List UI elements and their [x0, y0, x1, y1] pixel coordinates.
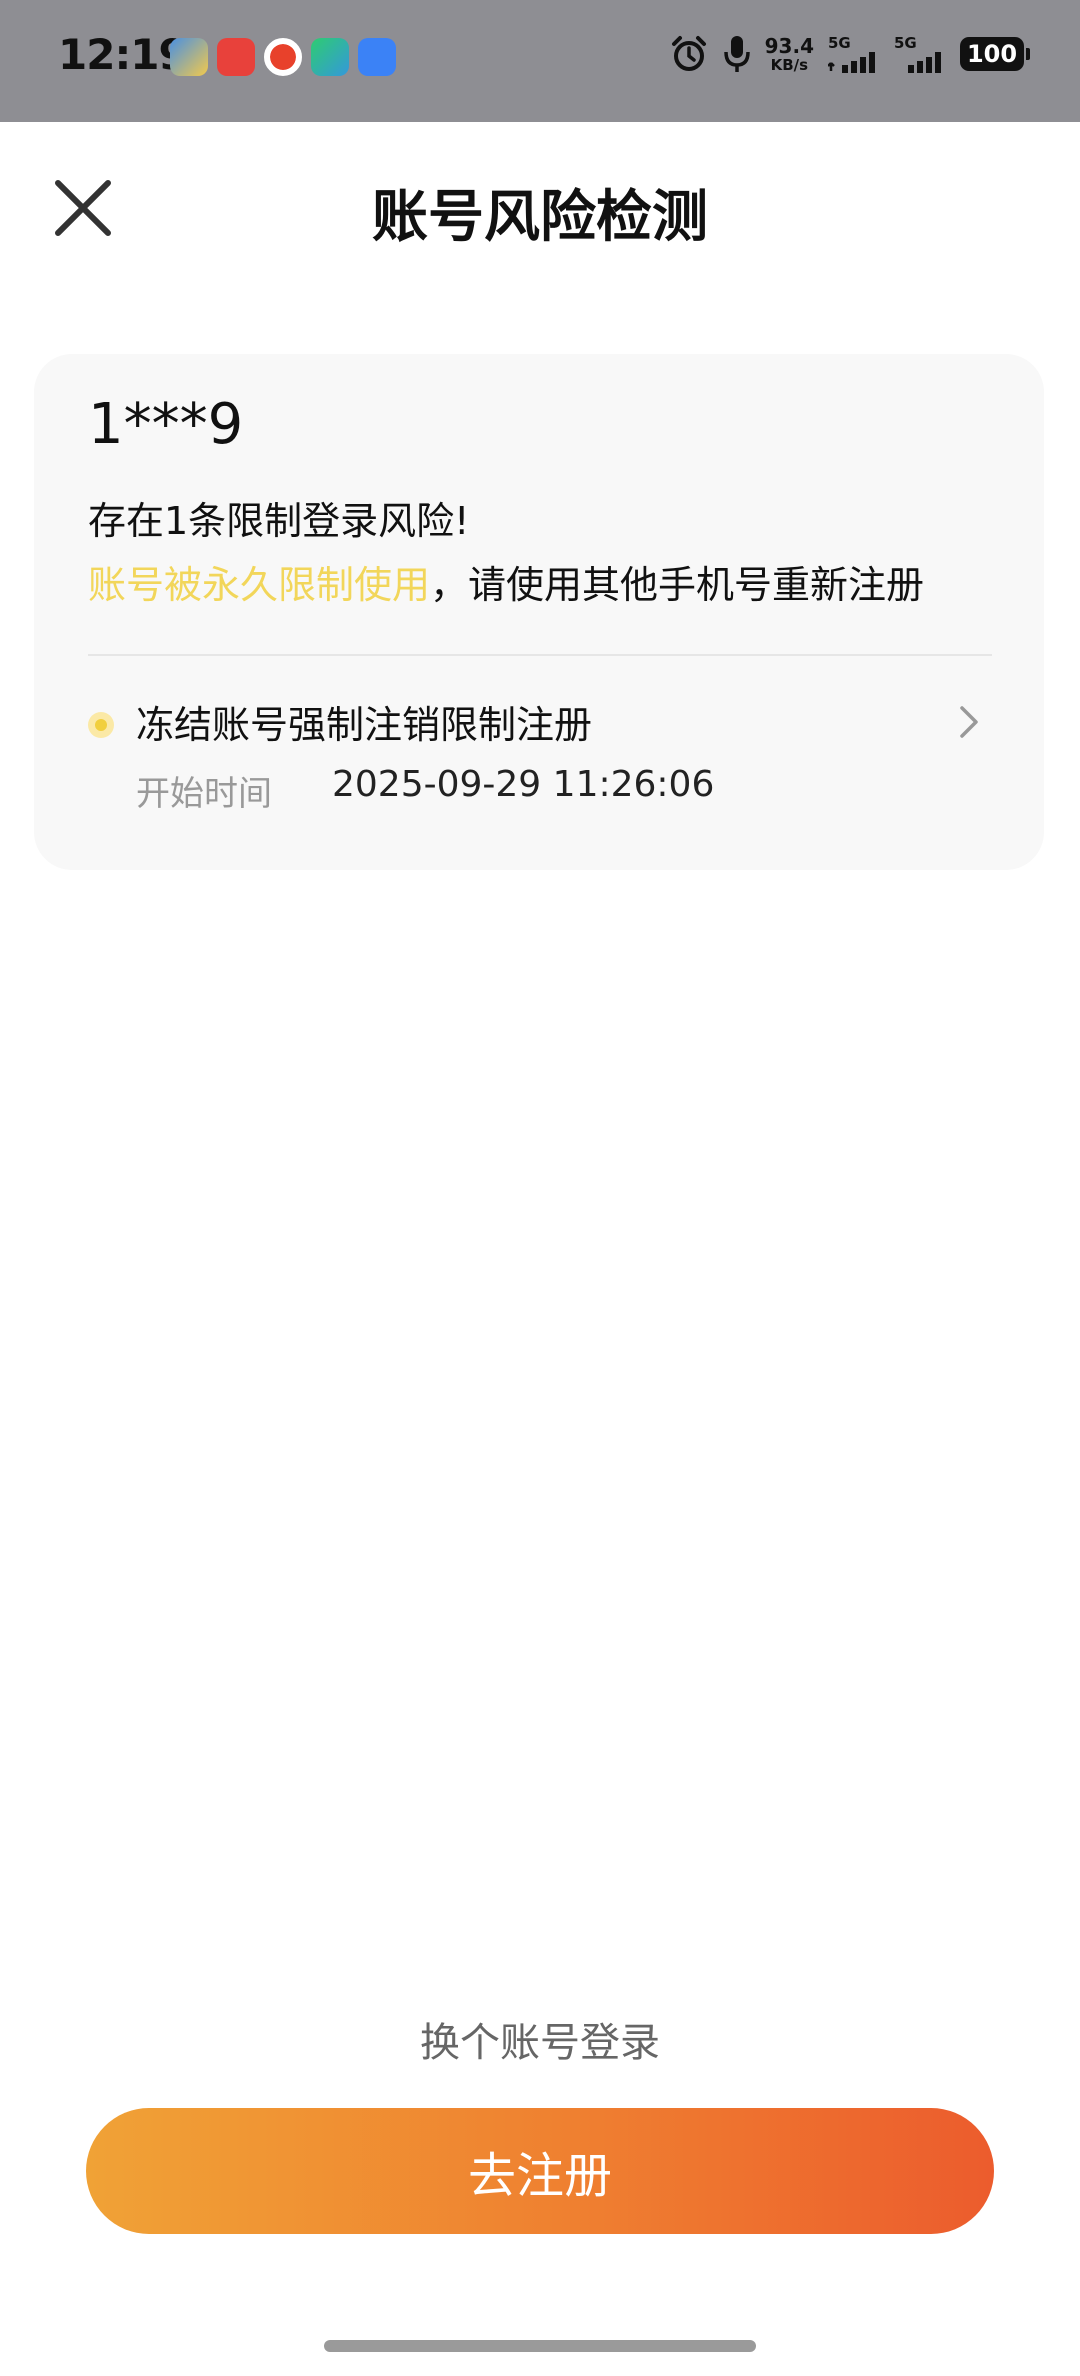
signal-icon	[828, 51, 875, 73]
notification-icons	[170, 38, 396, 76]
risk-item-title: 冻结账号强制注销限制注册	[136, 703, 593, 747]
status-bar: 12:19 93.4 KB/s 5G 5G 100	[0, 0, 1080, 122]
microphone-icon	[723, 36, 750, 72]
risk-highlight: 账号被永久限制使用	[88, 563, 431, 607]
signal-2-label: 5G	[894, 33, 917, 52]
signal-1-label: 5G	[828, 33, 851, 52]
app-notification-icon	[311, 38, 349, 76]
network-speed: 93.4 KB/s	[765, 36, 814, 73]
app-notification-icon	[217, 38, 255, 76]
alarm-icon	[671, 36, 706, 71]
switch-account-link[interactable]: 换个账号登录	[0, 2010, 1080, 2068]
network-speed-value: 93.4	[764, 33, 814, 58]
app-notification-icon	[170, 38, 208, 76]
divider	[88, 654, 992, 656]
page-title: 账号风险检测	[372, 185, 708, 250]
risk-item[interactable]: 冻结账号强制注销限制注册 开始时间 2025-09-29 11:26:06	[88, 690, 998, 830]
chevron-right-icon	[960, 706, 978, 738]
app-notification-icon	[264, 38, 302, 76]
signal-2: 5G	[894, 33, 946, 73]
network-speed-unit: KB/s	[770, 55, 809, 74]
status-dot-icon	[88, 712, 114, 738]
home-indicator[interactable]	[324, 2340, 756, 2352]
signal-icon	[908, 51, 941, 73]
start-time-label: 开始时间	[136, 774, 272, 814]
signal-1: 5G	[828, 33, 880, 73]
start-time-value: 2025-09-29 11:26:06	[332, 764, 715, 805]
page: 12:19 93.4 KB/s 5G 5G 100 账号风险检测 1***9 存…	[0, 0, 1080, 2376]
status-right: 93.4 KB/s 5G 5G 100	[669, 33, 1030, 74]
risk-suffix: ，请使用其他手机号重新注册	[430, 563, 925, 607]
masked-account: 1***9	[88, 392, 244, 457]
risk-count-text: 存在1条限制登录风险!	[88, 499, 470, 543]
risk-description: 账号被永久限制使用，请使用其他手机号重新注册	[88, 554, 924, 609]
register-button[interactable]: 去注册	[86, 2108, 994, 2234]
risk-card: 1***9 存在1条限制登录风险! 账号被永久限制使用，请使用其他手机号重新注册…	[34, 354, 1044, 870]
app-notification-icon	[358, 38, 396, 76]
status-time: 12:19	[58, 30, 188, 79]
battery-indicator: 100	[960, 37, 1030, 71]
